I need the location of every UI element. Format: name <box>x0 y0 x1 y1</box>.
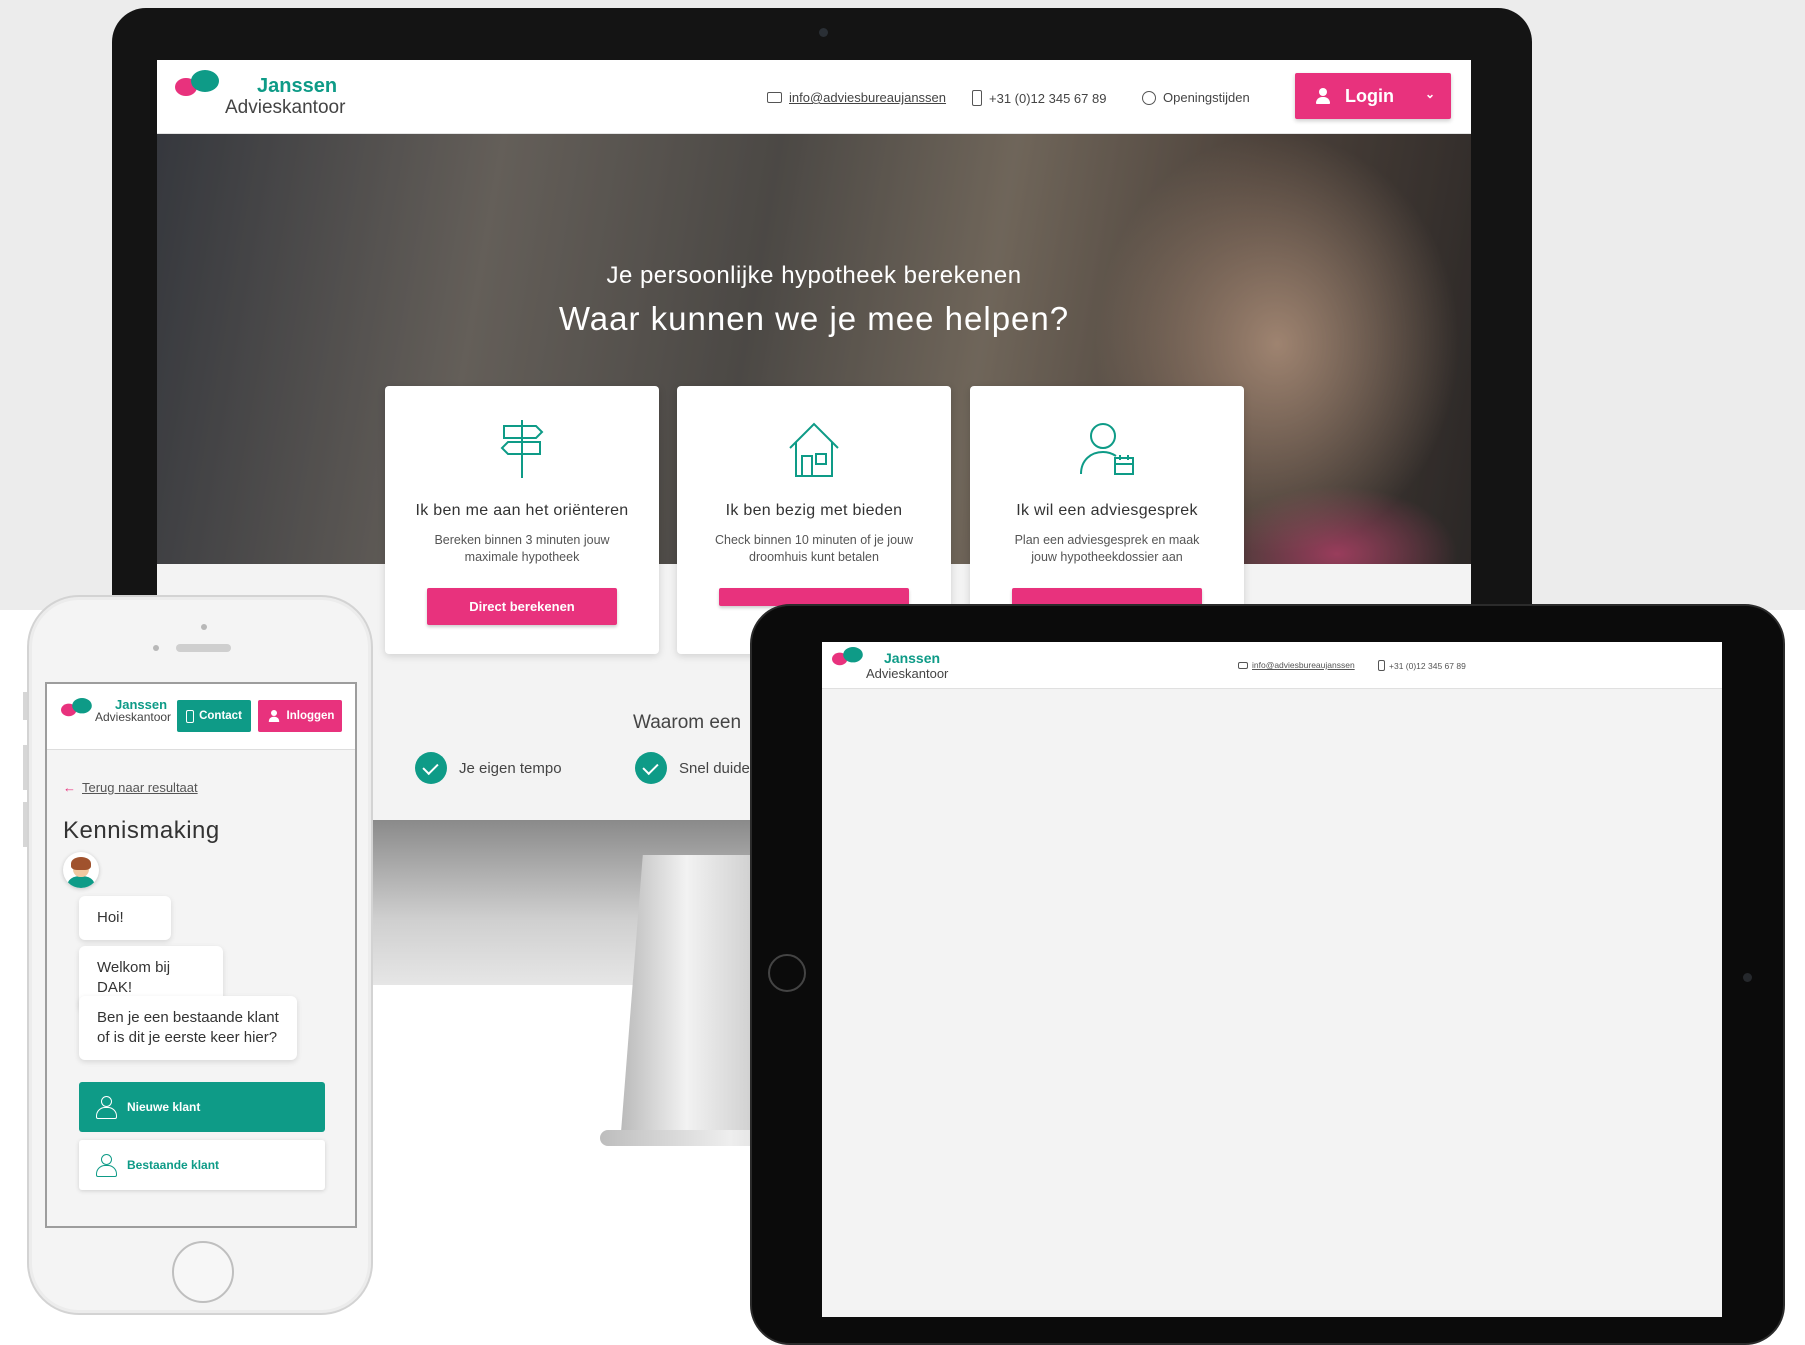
contact-button[interactable]: Contact <box>177 700 251 732</box>
brand-subtitle: Advieskantoor <box>866 666 949 681</box>
card-orienteren: Ik ben me aan het oriënteren Bereken bin… <box>385 386 659 654</box>
tablet-camera <box>1743 973 1752 982</box>
chat-bubbles-icon <box>832 647 863 668</box>
new-client-button[interactable]: Nieuwe klant <box>79 1082 325 1132</box>
card-description: Plan een adviesgesprek en maak jouw hypo… <box>1014 533 1200 564</box>
user-icon <box>1315 88 1331 104</box>
existing-client-label: Bestaande klant <box>127 1158 220 1172</box>
phone-side-button <box>23 692 27 720</box>
phone-side-button <box>23 802 27 847</box>
brand-logo[interactable]: Janssen Advieskantoor <box>175 70 345 118</box>
hero-title: Waar kunnen we je mee helpen? <box>558 300 1070 337</box>
phone-icon <box>1378 660 1385 671</box>
phone-contact[interactable]: +31 (0)12 345 67 89 <box>1378 660 1466 671</box>
phone-number: +31 (0)12 345 67 89 <box>989 90 1107 106</box>
chat-bubbles-icon <box>61 698 92 719</box>
chevron-down-icon: ⌄ <box>1424 87 1435 101</box>
advisor-avatar <box>63 852 99 888</box>
direct-berekenen-button[interactable]: Direct berekenen <box>427 588 617 625</box>
tablet-device: Janssen Advieskantoor info@adviesbureauj… <box>750 604 1785 1345</box>
usp-label: Snel duidel <box>679 759 754 777</box>
arrow-left-icon: ← <box>63 780 76 795</box>
phone-sensor <box>153 645 159 651</box>
check-icon <box>415 752 447 784</box>
tablet-home-button[interactable] <box>768 954 806 992</box>
contact-label: Contact <box>199 710 242 722</box>
phone-header: Janssen Advieskantoor Contact Inloggen <box>47 684 355 750</box>
new-client-label: Nieuwe klant <box>127 1100 201 1114</box>
brand-subtitle: Advieskantoor <box>225 97 346 118</box>
brand-logo[interactable]: Janssen Advieskantoor <box>61 698 171 728</box>
card-title: Ik ben bezig met bieden <box>725 502 903 519</box>
phone-side-button <box>23 745 27 790</box>
brand-logo[interactable]: Janssen Advieskantoor <box>832 647 948 681</box>
signpost-icon <box>500 420 544 478</box>
email-link[interactable]: info@adviesbureaujanssen <box>789 90 946 105</box>
inloggen-button[interactable]: Inloggen <box>258 700 342 732</box>
phone-camera <box>201 624 207 630</box>
phone-screen: Janssen Advieskantoor Contact Inloggen ←… <box>45 682 357 1228</box>
phone-number: +31 (0)12 345 67 89 <box>1389 660 1466 671</box>
hero-subtitle: Je persoonlijke hypotheek berekenen <box>606 262 1022 289</box>
existing-client-button[interactable]: Bestaande klant <box>79 1140 325 1190</box>
mail-icon <box>1238 661 1248 669</box>
chat-message: Hoi! <box>79 896 171 940</box>
phone-home-button[interactable] <box>172 1241 234 1303</box>
mail-icon <box>767 92 782 103</box>
site-header: Janssen Advieskantoor info@adviesbureauj… <box>157 60 1471 134</box>
why-heading: Waarom een <box>633 712 742 733</box>
advisor-calendar-icon <box>1080 423 1134 475</box>
login-button[interactable]: Login ⌄ <box>1295 73 1451 119</box>
page-title: Kennismaking <box>63 817 220 844</box>
back-label: Terug naar resultaat <box>82 780 198 795</box>
back-link[interactable]: ← Terug naar resultaat <box>63 780 198 795</box>
email-contact[interactable]: info@adviesbureaujanssen <box>767 90 946 105</box>
email-contact[interactable]: info@adviesbureaujanssen <box>1238 660 1355 670</box>
card-description: Check binnen 10 minuten of je jouw droom… <box>714 533 914 564</box>
card-description: Bereken binnen 3 minuten jouw maximale h… <box>434 533 610 564</box>
check-icon <box>635 752 667 784</box>
usp-item: Je eigen tempo <box>415 752 562 784</box>
user-add-icon <box>95 1096 117 1119</box>
card-title: Ik wil een adviesgesprek <box>1016 502 1198 519</box>
login-label: Login <box>1345 85 1394 106</box>
phone-contact[interactable]: +31 (0)12 345 67 89 <box>972 90 1106 106</box>
phone-speaker <box>176 644 231 652</box>
usp-label: Je eigen tempo <box>459 759 562 777</box>
house-icon <box>789 422 839 477</box>
phone-icon <box>972 90 982 106</box>
chat-bubbles-icon <box>175 70 221 100</box>
usp-item: Snel duidel <box>635 752 753 784</box>
tablet-screen: Janssen Advieskantoor info@adviesbureauj… <box>822 642 1722 1317</box>
user-icon <box>268 710 280 722</box>
hours-link[interactable]: Openingstijden <box>1142 90 1250 105</box>
chat-message: Ben je een bestaande klant of is dit je … <box>79 996 297 1060</box>
inloggen-label: Inloggen <box>286 710 335 722</box>
brand-subtitle: Advieskantoor <box>95 710 172 724</box>
brand-name: Janssen <box>884 650 941 666</box>
user-check-icon <box>95 1154 117 1177</box>
card-title: Ik ben me aan het oriënteren <box>415 502 629 519</box>
camera <box>819 28 828 37</box>
phone-icon <box>186 709 195 723</box>
tablet-header: Janssen Advieskantoor info@adviesbureauj… <box>822 642 1722 689</box>
brand-name: Janssen <box>257 75 338 97</box>
phone-device: Janssen Advieskantoor Contact Inloggen ←… <box>23 595 373 1315</box>
clock-icon <box>1142 90 1156 105</box>
email-link[interactable]: info@adviesbureaujanssen <box>1252 660 1355 670</box>
hours-label: Openingstijden <box>1163 90 1250 105</box>
